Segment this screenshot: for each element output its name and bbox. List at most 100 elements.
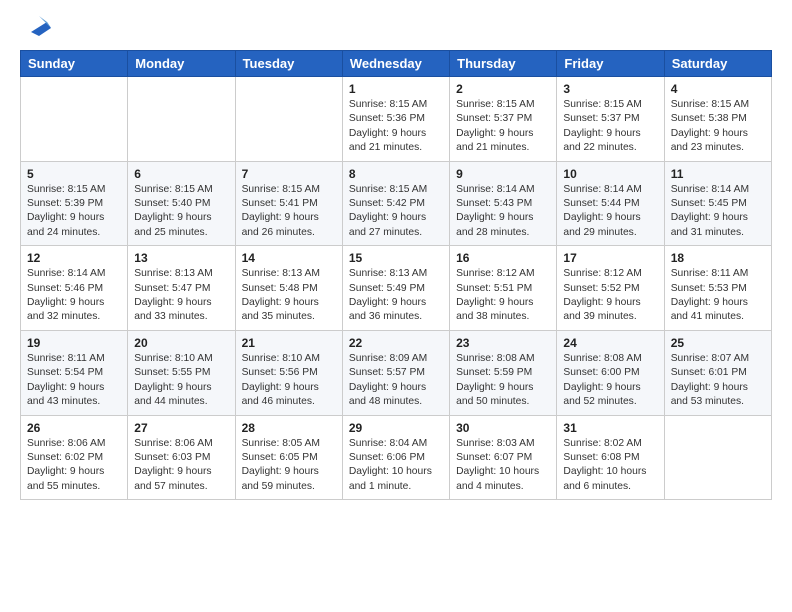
calendar-cell: 23 Sunrise: 8:08 AM Sunset: 5:59 PM Dayli… xyxy=(450,330,557,415)
day-info: Sunrise: 8:11 AM Sunset: 5:53 PM Dayligh… xyxy=(671,267,765,325)
logo-icon xyxy=(23,8,55,40)
day-number: 12 xyxy=(27,251,121,265)
calendar-cell: 20 Sunrise: 8:10 AM Sunset: 5:55 PM Dayli… xyxy=(128,330,235,415)
calendar-cell: 12 Sunrise: 8:14 AM Sunset: 5:46 PM Dayli… xyxy=(21,246,128,331)
calendar-cell: 25Sunrise: 8:07 AM Sunset: 6:01 PM Dayli… xyxy=(664,330,771,415)
calendar-cell: 24 Sunrise: 8:08 AM Sunset: 6:00 PM Dayli… xyxy=(557,330,664,415)
calendar-cell: 11 Sunrise: 8:14 AM Sunset: 5:45 PM Dayli… xyxy=(664,161,771,246)
day-info: Sunrise: 8:06 AM Sunset: 6:03 PM Dayligh… xyxy=(134,437,228,495)
day-number: 26 xyxy=(27,421,121,435)
calendar-week-row: 26 Sunrise: 8:06 AM Sunset: 6:02 PM Dayli… xyxy=(21,415,772,500)
day-number: 16 xyxy=(456,251,550,265)
day-info: Sunrise: 8:10 AM Sunset: 5:55 PM Dayligh… xyxy=(134,352,228,410)
calendar-cell: 19 Sunrise: 8:11 AM Sunset: 5:54 PM Dayli… xyxy=(21,330,128,415)
day-info: Sunrise: 8:13 AM Sunset: 5:47 PM Dayligh… xyxy=(134,267,228,325)
calendar-header-tuesday: Tuesday xyxy=(235,51,342,77)
day-info: Sunrise: 8:14 AM Sunset: 5:44 PM Dayligh… xyxy=(563,183,657,241)
calendar-cell: 10 Sunrise: 8:14 AM Sunset: 5:44 PM Dayli… xyxy=(557,161,664,246)
calendar-cell: 26 Sunrise: 8:06 AM Sunset: 6:02 PM Dayli… xyxy=(21,415,128,500)
calendar-week-row: 1Sunrise: 8:15 AM Sunset: 5:36 PM Daylig… xyxy=(21,77,772,162)
calendar-cell: 17 Sunrise: 8:12 AM Sunset: 5:52 PM Dayli… xyxy=(557,246,664,331)
calendar-cell xyxy=(664,415,771,500)
day-number: 15 xyxy=(349,251,443,265)
day-number: 30 xyxy=(456,421,550,435)
day-number: 7 xyxy=(242,167,336,181)
day-info: Sunrise: 8:10 AM Sunset: 5:56 PM Dayligh… xyxy=(242,352,336,410)
day-info: Sunrise: 8:13 AM Sunset: 5:48 PM Dayligh… xyxy=(242,267,336,325)
day-number: 2 xyxy=(456,82,550,96)
day-info: Sunrise: 8:15 AM Sunset: 5:38 PM Dayligh… xyxy=(671,98,765,156)
day-info: Sunrise: 8:15 AM Sunset: 5:37 PM Dayligh… xyxy=(456,98,550,156)
day-number: 19 xyxy=(27,336,121,350)
day-info: Sunrise: 8:12 AM Sunset: 5:52 PM Dayligh… xyxy=(563,267,657,325)
calendar-cell: 16 Sunrise: 8:12 AM Sunset: 5:51 PM Dayli… xyxy=(450,246,557,331)
day-info: Sunrise: 8:15 AM Sunset: 5:39 PM Dayligh… xyxy=(27,183,121,241)
day-info: Sunrise: 8:06 AM Sunset: 6:02 PM Dayligh… xyxy=(27,437,121,495)
calendar-cell: 18 Sunrise: 8:11 AM Sunset: 5:53 PM Dayli… xyxy=(664,246,771,331)
calendar-week-row: 19 Sunrise: 8:11 AM Sunset: 5:54 PM Dayli… xyxy=(21,330,772,415)
day-number: 13 xyxy=(134,251,228,265)
day-info: Sunrise: 8:02 AM Sunset: 6:08 PM Dayligh… xyxy=(563,437,657,495)
calendar-cell: 8 Sunrise: 8:15 AM Sunset: 5:42 PM Daylig… xyxy=(342,161,449,246)
calendar-cell xyxy=(21,77,128,162)
calendar-cell: 30 Sunrise: 8:03 AM Sunset: 6:07 PM Dayli… xyxy=(450,415,557,500)
day-number: 3 xyxy=(563,82,657,96)
day-number: 27 xyxy=(134,421,228,435)
day-number: 5 xyxy=(27,167,121,181)
calendar-cell: 31 Sunrise: 8:02 AM Sunset: 6:08 PM Dayli… xyxy=(557,415,664,500)
day-number: 25 xyxy=(671,336,765,350)
day-number: 22 xyxy=(349,336,443,350)
day-number: 14 xyxy=(242,251,336,265)
day-number: 29 xyxy=(349,421,443,435)
day-number: 23 xyxy=(456,336,550,350)
logo xyxy=(20,16,55,40)
calendar-cell: 9 Sunrise: 8:14 AM Sunset: 5:43 PM Daylig… xyxy=(450,161,557,246)
day-info: Sunrise: 8:08 AM Sunset: 6:00 PM Dayligh… xyxy=(563,352,657,410)
day-info: Sunrise: 8:14 AM Sunset: 5:46 PM Dayligh… xyxy=(27,267,121,325)
day-number: 24 xyxy=(563,336,657,350)
day-info: Sunrise: 8:08 AM Sunset: 5:59 PM Dayligh… xyxy=(456,352,550,410)
day-info: Sunrise: 8:12 AM Sunset: 5:51 PM Dayligh… xyxy=(456,267,550,325)
day-info: Sunrise: 8:09 AM Sunset: 5:57 PM Dayligh… xyxy=(349,352,443,410)
calendar-cell: 4 Sunrise: 8:15 AM Sunset: 5:38 PM Daylig… xyxy=(664,77,771,162)
header xyxy=(20,16,772,40)
day-info: Sunrise: 8:03 AM Sunset: 6:07 PM Dayligh… xyxy=(456,437,550,495)
day-info: Sunrise: 8:15 AM Sunset: 5:37 PM Dayligh… xyxy=(563,98,657,156)
day-info: Sunrise: 8:15 AM Sunset: 5:40 PM Dayligh… xyxy=(134,183,228,241)
day-number: 6 xyxy=(134,167,228,181)
day-info: Sunrise: 8:14 AM Sunset: 5:45 PM Dayligh… xyxy=(671,183,765,241)
day-number: 9 xyxy=(456,167,550,181)
calendar-header-wednesday: Wednesday xyxy=(342,51,449,77)
calendar-header-friday: Friday xyxy=(557,51,664,77)
day-info: Sunrise: 8:04 AM Sunset: 6:06 PM Dayligh… xyxy=(349,437,443,495)
calendar-cell xyxy=(235,77,342,162)
day-info: Sunrise: 8:14 AM Sunset: 5:43 PM Dayligh… xyxy=(456,183,550,241)
calendar-cell: 15 Sunrise: 8:13 AM Sunset: 5:49 PM Dayli… xyxy=(342,246,449,331)
day-number: 8 xyxy=(349,167,443,181)
day-number: 18 xyxy=(671,251,765,265)
calendar-cell: 29 Sunrise: 8:04 AM Sunset: 6:06 PM Dayli… xyxy=(342,415,449,500)
day-number: 17 xyxy=(563,251,657,265)
calendar-header-monday: Monday xyxy=(128,51,235,77)
day-info: Sunrise: 8:13 AM Sunset: 5:49 PM Dayligh… xyxy=(349,267,443,325)
calendar-cell: 1Sunrise: 8:15 AM Sunset: 5:36 PM Daylig… xyxy=(342,77,449,162)
calendar-header-thursday: Thursday xyxy=(450,51,557,77)
day-number: 21 xyxy=(242,336,336,350)
calendar-cell: 13 Sunrise: 8:13 AM Sunset: 5:47 PM Dayli… xyxy=(128,246,235,331)
day-number: 11 xyxy=(671,167,765,181)
calendar-week-row: 12 Sunrise: 8:14 AM Sunset: 5:46 PM Dayli… xyxy=(21,246,772,331)
day-number: 4 xyxy=(671,82,765,96)
day-number: 20 xyxy=(134,336,228,350)
calendar-table: SundayMondayTuesdayWednesdayThursdayFrid… xyxy=(20,50,772,500)
calendar-cell: 5 Sunrise: 8:15 AM Sunset: 5:39 PM Daylig… xyxy=(21,161,128,246)
calendar-cell: 28Sunrise: 8:05 AM Sunset: 6:05 PM Dayli… xyxy=(235,415,342,500)
day-info: Sunrise: 8:11 AM Sunset: 5:54 PM Dayligh… xyxy=(27,352,121,410)
calendar-cell: 22 Sunrise: 8:09 AM Sunset: 5:57 PM Dayli… xyxy=(342,330,449,415)
calendar-week-row: 5 Sunrise: 8:15 AM Sunset: 5:39 PM Daylig… xyxy=(21,161,772,246)
day-number: 28 xyxy=(242,421,336,435)
calendar-cell: 3 Sunrise: 8:15 AM Sunset: 5:37 PM Daylig… xyxy=(557,77,664,162)
day-number: 31 xyxy=(563,421,657,435)
day-info: Sunrise: 8:15 AM Sunset: 5:42 PM Dayligh… xyxy=(349,183,443,241)
calendar-cell: 21 Sunrise: 8:10 AM Sunset: 5:56 PM Dayli… xyxy=(235,330,342,415)
day-number: 10 xyxy=(563,167,657,181)
